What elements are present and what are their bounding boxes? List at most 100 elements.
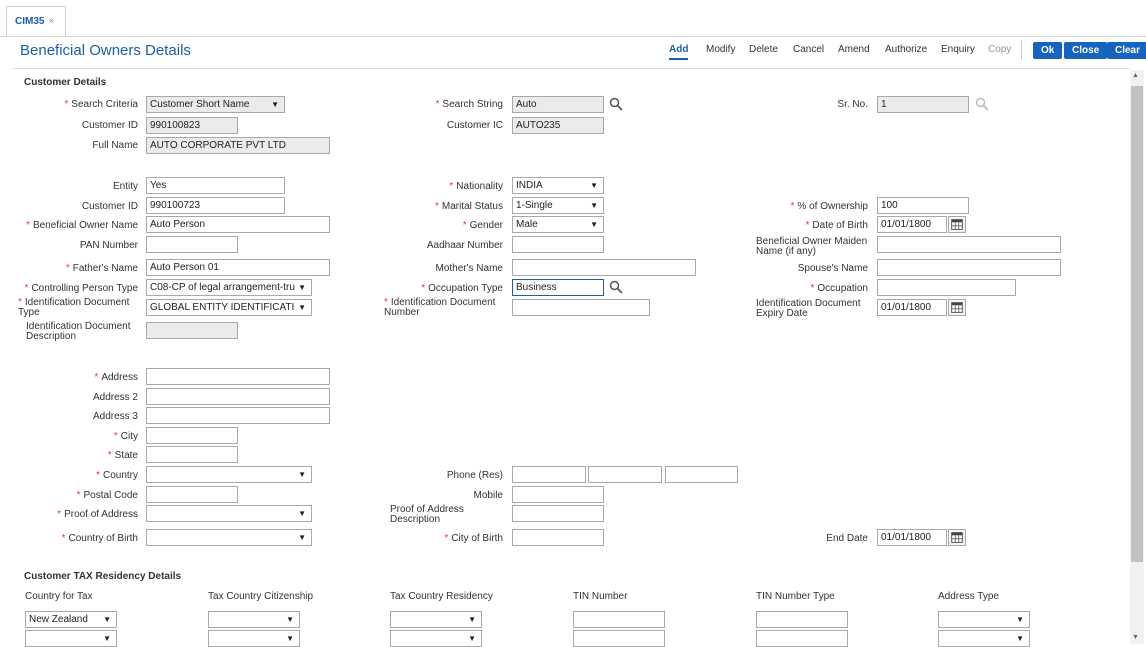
maiden-name-input[interactable]: [877, 236, 1061, 253]
father-name-input[interactable]: Auto Person 01: [146, 259, 330, 276]
father-name-label: * Father's Name: [65, 263, 138, 274]
chevron-down-icon: ▼: [1016, 615, 1024, 624]
tin-number-input[interactable]: [573, 630, 665, 647]
state-input[interactable]: [146, 446, 238, 463]
tax-country-residency-select[interactable]: ▼: [390, 630, 482, 647]
search-icon[interactable]: [975, 97, 989, 111]
country-for-tax-select[interactable]: ▼: [25, 630, 117, 647]
postal-code-input[interactable]: [146, 486, 238, 503]
calendar-icon[interactable]: [948, 299, 966, 316]
search-string-input[interactable]: Auto: [512, 96, 604, 113]
aadhaar-input[interactable]: [512, 236, 604, 253]
search-criteria-select[interactable]: Customer Short Name ▼: [146, 96, 285, 113]
end-date-input[interactable]: 01/01/1800: [877, 529, 947, 546]
entity-label: Entity: [112, 181, 138, 192]
ok-button[interactable]: Ok: [1033, 42, 1063, 59]
tin-number-type-input[interactable]: [756, 630, 848, 647]
chevron-down-icon: ▼: [271, 100, 279, 109]
mother-name-input[interactable]: [512, 259, 696, 276]
occupation-type-input[interactable]: Business: [512, 279, 604, 296]
delete-button[interactable]: Delete: [749, 44, 778, 55]
calendar-icon[interactable]: [948, 529, 966, 546]
dob-input[interactable]: 01/01/1800: [877, 216, 947, 233]
country-of-birth-select[interactable]: ▼: [146, 529, 312, 546]
clear-button[interactable]: Clear: [1107, 42, 1146, 59]
tin-number-input[interactable]: [573, 611, 665, 628]
tax-country-citizenship-select[interactable]: ▼: [208, 630, 300, 647]
chevron-down-icon: ▼: [298, 533, 306, 542]
search-string-label: * Search String: [435, 99, 504, 110]
controlling-person-type-select[interactable]: C08-CP of legal arrangement-trust- ▼: [146, 279, 312, 296]
col-tax-country-residency: Tax Country Residency: [390, 591, 493, 602]
marital-status-select[interactable]: 1-Single ▼: [512, 197, 604, 214]
copy-button[interactable]: Copy: [988, 44, 1011, 55]
customer-id-label: Customer ID: [81, 120, 138, 131]
col-tax-country-citizenship: Tax Country Citizenship: [208, 591, 314, 602]
full-name-input[interactable]: AUTO CORPORATE PVT LTD: [146, 137, 330, 154]
sr-no-input[interactable]: 1: [877, 96, 969, 113]
owner-customer-id-label: Customer ID: [81, 201, 138, 212]
nationality-label: * Nationality: [449, 181, 503, 192]
owner-customer-id-input[interactable]: 990100723: [146, 197, 285, 214]
ownership-input[interactable]: 100: [877, 197, 969, 214]
address-label: * Address: [94, 372, 138, 383]
occupation-type-label: * Occupation Type: [421, 283, 503, 294]
phone-res-country-code-input[interactable]: [512, 466, 586, 483]
address-input[interactable]: [146, 368, 330, 385]
scrollbar-thumb[interactable]: [1131, 86, 1143, 562]
tax-residency-heading: Customer TAX Residency Details: [24, 571, 182, 582]
address-type-select[interactable]: ▼: [938, 611, 1030, 628]
gender-select[interactable]: Male ▼: [512, 216, 604, 233]
address-type-select[interactable]: ▼: [938, 630, 1030, 647]
phone-res-area-code-input[interactable]: [588, 466, 662, 483]
proof-desc-input[interactable]: [512, 505, 604, 522]
add-button[interactable]: Add: [669, 44, 689, 60]
id-doc-number-input[interactable]: [512, 299, 650, 316]
close-tab-icon[interactable]: ×: [48, 16, 54, 27]
search-icon[interactable]: [609, 280, 623, 294]
country-select[interactable]: ▼: [146, 466, 312, 483]
country-for-tax-select[interactable]: New Zealand ▼: [25, 611, 117, 628]
address2-input[interactable]: [146, 388, 330, 405]
address3-input[interactable]: [146, 407, 330, 424]
chevron-down-icon: ▼: [298, 470, 306, 479]
nationality-select[interactable]: INDIA ▼: [512, 177, 604, 194]
address2-label: Address 2: [92, 392, 138, 403]
customer-id-input[interactable]: 990100823: [146, 117, 238, 134]
id-doc-type-select[interactable]: GLOBAL ENTITY IDENTIFICATION ▼: [146, 299, 312, 316]
search-criteria-label: * Search Criteria: [64, 99, 138, 110]
id-doc-expiry-input[interactable]: 01/01/1800: [877, 299, 947, 316]
calendar-icon[interactable]: [948, 216, 966, 233]
scroll-up-icon[interactable]: ▲: [1132, 72, 1139, 79]
modify-button[interactable]: Modify: [706, 44, 735, 55]
chevron-down-icon: ▼: [286, 615, 294, 624]
id-doc-description-input[interactable]: [146, 322, 238, 339]
city-of-birth-input[interactable]: [512, 529, 604, 546]
tax-country-residency-select[interactable]: ▼: [390, 611, 482, 628]
scroll-down-icon[interactable]: ▼: [1132, 634, 1139, 641]
tab-cim35[interactable]: CIM35 ×: [6, 6, 66, 36]
tax-country-citizenship-select[interactable]: ▼: [208, 611, 300, 628]
cancel-button[interactable]: Cancel: [793, 44, 824, 55]
enquiry-button[interactable]: Enquiry: [941, 44, 975, 55]
customer-ic-input[interactable]: AUTO235: [512, 117, 604, 134]
city-of-birth-label: * City of Birth: [444, 533, 503, 544]
city-input[interactable]: [146, 427, 238, 444]
authorize-button[interactable]: Authorize: [885, 44, 927, 55]
sr-no-label: Sr. No.: [837, 99, 868, 110]
occupation-input[interactable]: [877, 279, 1016, 296]
spouse-name-input[interactable]: [877, 259, 1061, 276]
amend-button[interactable]: Amend: [838, 44, 870, 55]
search-icon[interactable]: [609, 97, 623, 111]
close-button[interactable]: Close: [1064, 42, 1108, 59]
phone-res-number-input[interactable]: [665, 466, 738, 483]
page-title: Beneficial Owners Details: [20, 42, 191, 59]
proof-of-address-select[interactable]: ▼: [146, 505, 312, 522]
ownership-label: *% of Ownership: [790, 201, 869, 212]
pan-input[interactable]: [146, 236, 238, 253]
entity-input[interactable]: Yes: [146, 177, 285, 194]
bo-name-input[interactable]: Auto Person: [146, 216, 330, 233]
mobile-input[interactable]: [512, 486, 604, 503]
customer-details-heading: Customer Details: [24, 77, 107, 88]
tin-number-type-input[interactable]: [756, 611, 848, 628]
